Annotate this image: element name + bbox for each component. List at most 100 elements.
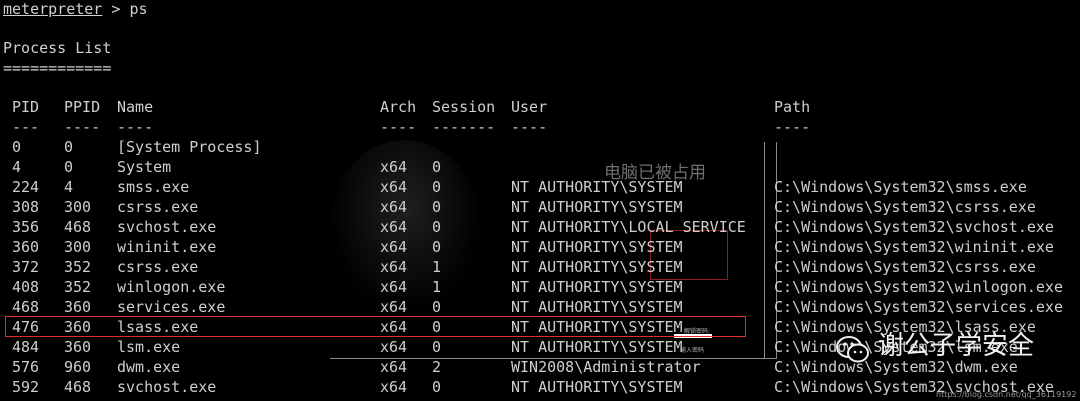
cell-ppid: 300 xyxy=(64,238,92,256)
cell-name: [System Process] xyxy=(117,138,262,156)
section-title: Process List xyxy=(3,39,112,57)
cell-pid: 0 xyxy=(12,138,22,156)
cell-pid: 468 xyxy=(12,298,40,316)
header-name: Name xyxy=(117,98,154,116)
cell-session: 0 xyxy=(432,378,442,396)
cell-user: NT AUTHORITY\SYSTEM xyxy=(511,338,683,356)
cell-user: NT AUTHORITY\SYSTEM xyxy=(511,238,683,256)
cell-name: smss.exe xyxy=(117,178,190,196)
divider-ppid: ---- xyxy=(64,118,101,136)
wechat-icon xyxy=(836,336,869,363)
cell-pid: 408 xyxy=(12,278,40,296)
cell-session: 0 xyxy=(432,178,442,196)
section-underline: ============ xyxy=(3,59,112,77)
cell-ppid: 300 xyxy=(64,198,92,216)
table-row: 308 300 csrss.exe x64 0 NT AUTHORITY\SYS… xyxy=(0,198,1080,218)
cell-pid: 576 xyxy=(12,358,40,376)
prompt-separator: > xyxy=(102,0,130,18)
cell-path: C:\Windows\System32\winlogon.exe xyxy=(774,278,1063,296)
cell-path: C:\Windows\System32\svchost.exe xyxy=(774,218,1054,236)
cell-user: NT AUTHORITY\SYSTEM xyxy=(511,278,683,296)
cell-user: NT AUTHORITY\LOCAL SERVICE xyxy=(511,218,746,236)
table-row: 408 352 winlogon.exe x64 1 NT AUTHORITY\… xyxy=(0,278,1080,298)
table-row: 468 360 services.exe x64 0 NT AUTHORITY\… xyxy=(0,298,1080,318)
cell-arch: x64 xyxy=(380,378,408,396)
cell-user: NT AUTHORITY\SYSTEM xyxy=(511,198,683,216)
cell-pid: 360 xyxy=(12,238,40,256)
cell-arch: x64 xyxy=(380,238,408,256)
cell-user: NT AUTHORITY\SYSTEM xyxy=(511,258,683,276)
cell-arch: x64 xyxy=(380,158,408,176)
table-row: 372 352 csrss.exe x64 1 NT AUTHORITY\SYS… xyxy=(0,258,1080,278)
cell-arch: x64 xyxy=(380,358,408,376)
cell-ppid: 360 xyxy=(64,318,92,336)
cell-name: svchost.exe xyxy=(117,218,217,236)
cell-session: 1 xyxy=(432,278,442,296)
cell-ppid: 468 xyxy=(64,218,92,236)
cell-name: winlogon.exe xyxy=(117,278,226,296)
cell-arch: x64 xyxy=(380,318,408,336)
cell-ppid: 352 xyxy=(64,258,92,276)
cell-pid: 484 xyxy=(12,338,40,356)
divider-user: ---- xyxy=(511,118,548,136)
divider-session: ------- xyxy=(432,118,496,136)
cell-arch: x64 xyxy=(380,278,408,296)
cell-pid: 308 xyxy=(12,198,40,216)
cell-arch: x64 xyxy=(380,178,408,196)
cell-ppid: 4 xyxy=(64,178,74,196)
table-row: 592 468 svchost.exe x64 0 NT AUTHORITY\S… xyxy=(0,378,1080,398)
header-session: Session xyxy=(432,98,496,116)
cell-session: 0 xyxy=(432,318,442,336)
cell-name: csrss.exe xyxy=(117,258,199,276)
cell-ppid: 0 xyxy=(64,158,74,176)
cell-ppid: 960 xyxy=(64,358,92,376)
cell-path: C:\Windows\System32\csrss.exe xyxy=(774,258,1036,276)
terminal-window[interactable]: 电脑已被占用 解锁密码: 输入密码 meterpreter > ps Proce… xyxy=(0,0,1080,401)
cell-arch: x64 xyxy=(380,198,408,216)
cell-arch: x64 xyxy=(380,218,408,236)
cell-path: C:\Windows\System32\smss.exe xyxy=(774,178,1027,196)
table-divider: --- ---- ---- ---- ------- ---- ---- xyxy=(0,118,1080,138)
divider-arch: ---- xyxy=(380,118,417,136)
cell-session: 0 xyxy=(432,298,442,316)
cell-name: System xyxy=(117,158,172,176)
header-pid: PID xyxy=(12,98,40,116)
cell-session: 2 xyxy=(432,358,442,376)
cell-user: WIN2008\Administrator xyxy=(511,358,701,376)
cell-name: wininit.exe xyxy=(117,238,217,256)
cell-arch: x64 xyxy=(380,258,408,276)
table-row: 356 468 svchost.exe x64 0 NT AUTHORITY\L… xyxy=(0,218,1080,238)
cell-session: 0 xyxy=(432,338,442,356)
cell-session: 0 xyxy=(432,158,442,176)
header-path: Path xyxy=(774,98,811,116)
watermark-text: 谢公子学安全 xyxy=(878,331,1035,361)
table-row: 224 4 smss.exe x64 0 NT AUTHORITY\SYSTEM… xyxy=(0,178,1080,198)
divider-path: ---- xyxy=(774,118,811,136)
table-row: 360 300 wininit.exe x64 0 NT AUTHORITY\S… xyxy=(0,238,1080,258)
prompt-name: meterpreter xyxy=(3,0,103,18)
cell-name: lsass.exe xyxy=(117,318,199,336)
cell-path: C:\Windows\System32\csrss.exe xyxy=(774,198,1036,216)
cell-user: NT AUTHORITY\SYSTEM xyxy=(511,298,683,316)
prompt-command: ps xyxy=(129,0,148,18)
cell-pid: 356 xyxy=(12,218,40,236)
cell-session: 0 xyxy=(432,238,442,256)
cell-name: svchost.exe xyxy=(117,378,217,396)
cell-ppid: 0 xyxy=(64,138,74,156)
divider-pid: --- xyxy=(12,118,40,136)
cell-ppid: 360 xyxy=(64,298,92,316)
cell-session: 1 xyxy=(432,258,442,276)
table-row: 4 0 System x64 0 xyxy=(0,158,1080,178)
cell-pid: 592 xyxy=(12,378,40,396)
cell-name: csrss.exe xyxy=(117,198,199,216)
cell-path: C:\Windows\System32\services.exe xyxy=(774,298,1063,316)
cell-ppid: 360 xyxy=(64,338,92,356)
prompt-line: meterpreter > ps xyxy=(3,0,148,20)
table-row: 0 0 [System Process] xyxy=(0,138,1080,158)
cell-pid: 4 xyxy=(12,158,22,176)
cell-name: dwm.exe xyxy=(117,358,181,376)
cell-ppid: 352 xyxy=(64,278,92,296)
cell-name: services.exe xyxy=(117,298,226,316)
cell-user: NT AUTHORITY\SYSTEM xyxy=(511,318,683,336)
header-ppid: PPID xyxy=(64,98,101,116)
